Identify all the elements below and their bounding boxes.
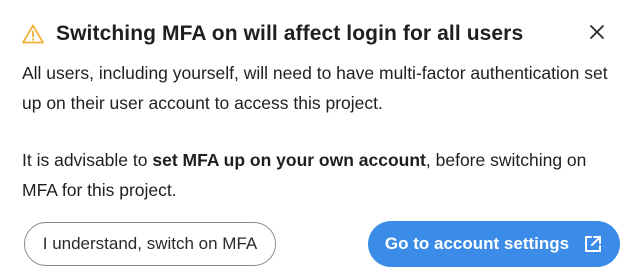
account-settings-label: Go to account settings [384,234,570,253]
dialog-title: Switching MFA on will affect login for a… [56,22,524,45]
dialog-header: Switching MFA on will affect login for a… [22,18,612,50]
switch-on-mfa-button[interactable]: I understand, switch on MFA [24,222,276,266]
info-paragraph: All users, including yourself, will need… [22,63,608,113]
advice-text-bold: set MFA up on your own account [152,150,426,170]
go-to-account-settings-button[interactable]: Go to account settings [368,221,620,267]
dialog-body: All users, including yourself, will need… [22,58,620,232]
advice-text-before: It is advisable to [22,150,153,170]
dialog-actions: I understand, switch on MFA Go to accoun… [24,221,620,267]
advice-paragraph: It is advisable to set MFA up on your ow… [22,145,620,205]
external-link-icon [583,234,603,254]
mfa-warning-dialog: Switching MFA on will affect login for a… [0,0,626,275]
warning-triangle-icon [22,24,44,44]
close-icon [589,24,605,45]
switch-on-mfa-label: I understand, switch on MFA [42,234,258,253]
close-button[interactable] [584,21,610,47]
